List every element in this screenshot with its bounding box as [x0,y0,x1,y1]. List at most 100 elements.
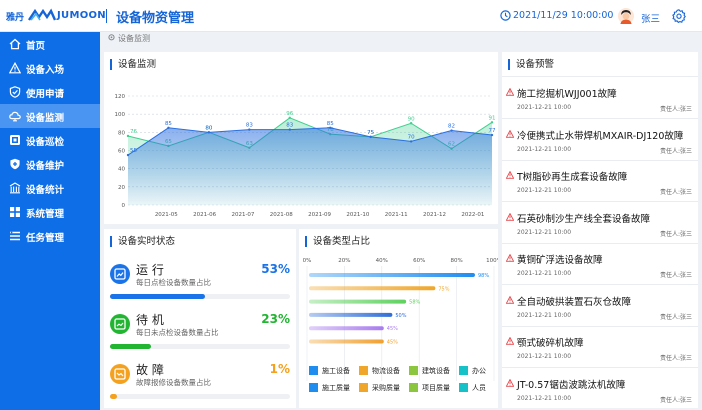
series-2-point [167,126,170,129]
sidebar-item-equipment-statistics[interactable]: 设备统计 [0,176,100,200]
logo-en-text: JUMOON [57,10,106,21]
y-tick-label: 20 [118,185,125,191]
user-avatar[interactable] [618,8,634,24]
legend-label: 办公 [472,367,486,375]
chart-up-icon [110,264,130,284]
bar [309,339,384,344]
alert-owner: 责任人:张三 [659,147,692,155]
series-2-data-label: 55 [130,148,137,154]
series-2-point [450,129,453,132]
gear-icon[interactable] [672,9,686,23]
sidebar-item-home[interactable]: 首页 [0,32,100,56]
equipment-type-chart: 0% 20% 40% 60% 80% 100% 98% 75% 58% 50% 45% 45% [303,258,498,381]
sidebar-item-equipment-inspection[interactable]: 设备巡检 [0,128,100,152]
series-1-data-label: 76 [130,129,137,135]
status-percent: 53% [261,262,290,276]
sidebar-item-usage-request[interactable]: 使用申请 [0,80,100,104]
x-tick-label: 2022-01 [461,212,484,218]
clock-icon [500,10,511,21]
alert-panel-title: 设备预警 [508,59,554,70]
sidebar-item-label: 设备巡检 [26,137,65,148]
logo-cn-text: 雅丹 [6,13,25,23]
alert-item[interactable]: T树脂砂再生成套设备故障 2021-12-21 10:00 责任人:张三 [502,161,698,202]
series-2-data-label: 77 [489,128,496,134]
bar [309,273,475,277]
sidebar-item-label: 系统管理 [26,209,65,220]
alert-item[interactable]: 石英砂制沙生产线全套设备故障 2021-12-21 10:00 责任人:张三 [502,203,698,244]
series-2-data-label: 83 [286,123,293,129]
warning-icon [9,62,21,74]
alert-item[interactable]: 黄铜矿浮选设备故障 2021-12-21 10:00 责任人:张三 [502,244,698,285]
sidebar-item-label: 任务管理 [26,233,65,244]
grid-icon [10,207,20,217]
sidebar-item-label: 使用申请 [26,89,65,100]
alert-owner: 责任人:张三 [659,189,692,196]
equipment-monitor-chart: 0 20 40 60 80 100 120 2021-05 2021-06 2021-07 2021… [115,94,496,218]
bar [309,312,393,317]
type-distribution-panel: 设备类型占比 0%20%40%60%80%100%98%75%58%50%45%… [299,229,498,408]
x-tick-label: 2021-09 [308,212,331,218]
sidebar-item-label: 设备监测 [26,113,65,124]
series-2-data-label: 70 [408,134,415,140]
sidebar-item-equipment-monitor[interactable]: 设备监测 [0,104,100,128]
alert-item[interactable]: 全自动破拱装置石灰仓故障 2021-12-21 10:00 责任人:张三 [502,286,698,327]
alert-date: 2021-12-21 10:00 [517,187,572,194]
sidebar-item-label: 首页 [26,41,46,52]
sidebar-nav: 首页 设备入场 使用申请 设备监测 设备巡检 设备维护 设备统计 系统管理 任务… [0,32,100,410]
alert-item[interactable]: JT-0.57锯齿波跳汰机故障 2021-12-21 10:00 责任人:张三 [502,369,698,409]
alert-title: 石英砂制沙生产线全套设备故障 [517,213,651,225]
y-tick-label: 120 [115,94,126,100]
x-tick-label: 2021-05 [155,212,178,218]
legend-label: 项目质量 [422,384,450,392]
series-2-data-label: 82 [448,124,455,130]
sidebar-item-system-management[interactable]: 系统管理 [0,200,100,224]
app-title: 设备物资管理 [116,11,195,26]
x-tick-label: 2021-11 [385,212,408,218]
bar-data-label: 50% [395,313,406,319]
series-1-data-label: 90 [408,116,415,122]
legend-swatch [309,383,318,392]
bar [309,326,384,331]
company-logo[interactable]: 雅丹 JUMOON [6,8,106,24]
bar-data-label: 58% [409,300,420,306]
building-icon [9,182,21,194]
breadcrumb-current[interactable]: 设备监测 [118,34,150,43]
warning-icon [506,295,514,304]
alert-item[interactable]: 冷便携式止水带焊机MXAIR-DJ120故障 2021-12-21 10:00 责任… [502,120,698,161]
series-2-point [490,133,494,137]
status-item: 运 行每日点检设备数量占比 53% [104,261,294,311]
alert-title: JT-0.57锯齿波跳汰机故障 [517,379,626,391]
bar-data-label: 98% [478,273,489,279]
alert-owner: 责任人:张三 [659,355,692,362]
series-2-point [329,126,332,129]
sidebar-item-equipment-maintenance[interactable]: 设备维护 [0,152,100,176]
series-2-data-label: 75 [367,130,374,136]
alert-date: 2021-12-21 10:00 [517,145,572,153]
status-name: 待 机 [136,313,164,327]
series-1-point [126,134,130,138]
status-description: 每日点检设备数量占比 [136,278,211,287]
monitor-panel: 设备监测 0 20 40 60 80 100 120 2021-05 2021-06 2021-0… [104,52,498,224]
breadcrumb: 设备监测 [108,33,150,44]
legend-swatch [459,366,468,375]
alert-title: T树脂砂再生成套设备故障 [517,172,628,183]
alert-date: 2021-12-21 10:00 [517,228,572,236]
sidebar-item-task-management[interactable]: 任务管理 [0,224,100,248]
username[interactable]: 张三 [641,11,660,25]
series-2-data-label: 85 [165,121,172,127]
list-icon [10,231,20,241]
legend-swatch [359,366,368,375]
alert-title: 全自动破拱装置石灰仓故障 [517,296,632,308]
sidebar-item-equipment-entry[interactable]: 设备入场 [0,56,100,80]
x-tick-label: 20% [338,258,350,264]
warning-icon [506,212,514,221]
x-tick-label: 60% [413,258,425,264]
y-tick-label: 100 [115,112,126,118]
alert-item[interactable]: 颚式破碎机故障 2021-12-21 10:00 责任人:张三 [502,327,698,368]
alert-item[interactable]: 施工挖掘机WJJ001故障 2021-12-21 10:00 责任人:张三 [502,78,698,119]
series-1-point [490,121,494,124]
alert-title: 施工挖掘机WJJ001故障 [517,89,617,100]
series-2-point [288,128,291,131]
x-tick-label: 2021-07 [231,212,254,218]
series-2-point [369,135,372,139]
